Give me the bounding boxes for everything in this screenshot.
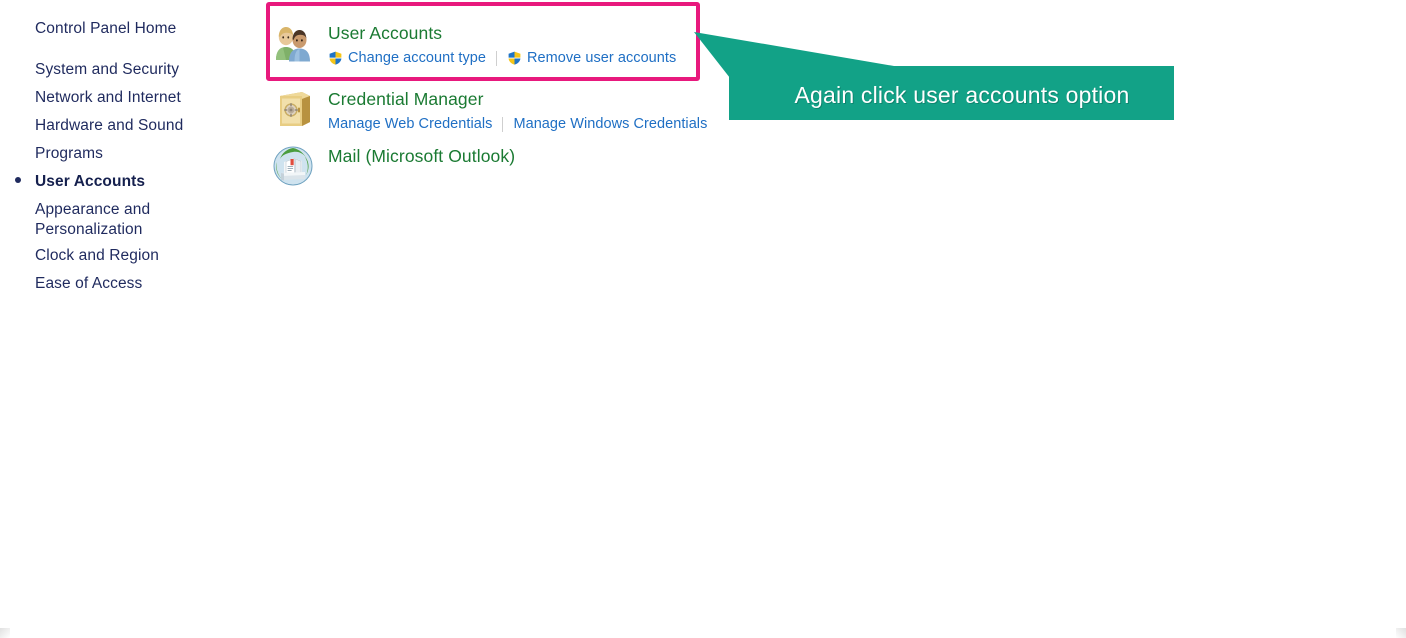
page-edge-artifact — [1396, 628, 1406, 638]
item-title-credential-manager[interactable]: Credential Manager — [328, 88, 707, 110]
page-edge-artifact — [0, 628, 10, 638]
link-separator — [502, 116, 504, 132]
item-title-mail-outlook[interactable]: Mail (Microsoft Outlook) — [328, 145, 515, 167]
credential-manager-vault-icon — [272, 88, 314, 130]
link-manage-windows-credentials[interactable]: Manage Windows Credentials — [513, 114, 707, 134]
link-manage-web-credentials[interactable]: Manage Web Credentials — [328, 114, 492, 134]
item-links-credential-manager: Manage Web Credentials Manage Windows Cr… — [328, 114, 707, 134]
callout-shape — [694, 32, 1174, 120]
annotation-callout: Again click user accounts option — [694, 24, 1174, 124]
annotation-highlight-rectangle — [266, 2, 700, 81]
callout-body — [729, 66, 1174, 120]
mail-outlook-icon — [272, 145, 314, 187]
